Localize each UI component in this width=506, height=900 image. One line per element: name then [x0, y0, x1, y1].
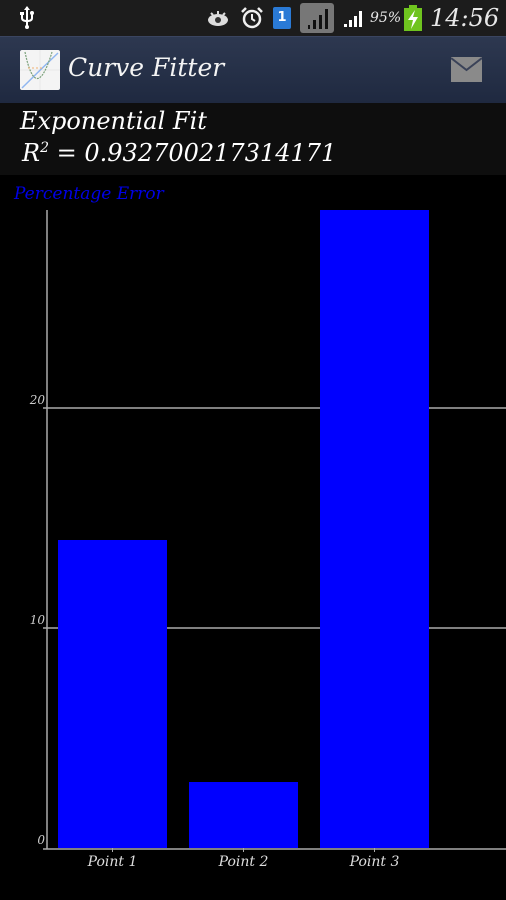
y-tick-label: 0 — [37, 833, 45, 847]
bar — [189, 782, 298, 848]
x-tick-label: Point 2 — [218, 854, 269, 870]
bar — [58, 540, 167, 848]
bar-chart: 0 10 20 Point 1 Point 2 Point 3 — [29, 210, 506, 870]
x-tick-label: Point 1 — [87, 854, 138, 870]
bar — [320, 210, 429, 848]
y-tick-label: 10 — [30, 613, 46, 627]
x-tick-label: Point 3 — [349, 854, 400, 870]
y-tick-label: 20 — [29, 393, 46, 407]
